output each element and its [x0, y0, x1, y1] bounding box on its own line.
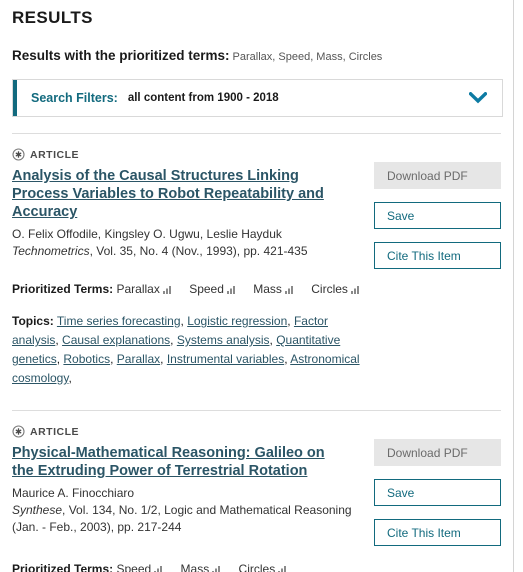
result-authors: Maurice A. Finocchiaro [12, 486, 135, 500]
prioritized-term-label: Speed [116, 562, 152, 572]
topic-link[interactable]: Robotics [63, 352, 110, 366]
prioritized-terms-label: Prioritized Terms: [12, 562, 114, 572]
term-bar-chart-icon[interactable] [284, 285, 294, 294]
prioritized-terms-label: Prioritized Terms: [12, 282, 114, 296]
content-type-row: ARTICLE [12, 148, 376, 161]
save-button[interactable]: Save [374, 202, 501, 229]
term-bar-chart-icon[interactable] [278, 565, 287, 572]
topic-link[interactable]: Systems analysis [177, 333, 270, 347]
result-item: ARTICLE Analysis of the Causal Structure… [12, 148, 501, 388]
download-pdf-button[interactable]: Download PDF [374, 162, 501, 189]
search-results-page: RESULTS Results with the prioritized ter… [0, 0, 523, 572]
result-title-link[interactable]: Physical-Mathematical Reasoning: Galileo… [12, 444, 342, 480]
result-journal-name: Technometrics [12, 244, 90, 258]
result-source-details: , Vol. 35, No. 4 (Nov., 1993), pp. 421-4… [89, 244, 308, 258]
prioritized-term-label: Mass [180, 562, 210, 572]
prioritized-terms-summary: Results with the prioritized terms: Paral… [12, 48, 503, 65]
content-type-row: ARTICLE [12, 425, 376, 438]
prioritized-term-chip[interactable]: Circles [311, 280, 360, 298]
prioritized-terms-row: Prioritized Terms: Speed Mass Circles [12, 560, 376, 572]
prioritized-terms-list-2: Speed Mass Circles [116, 562, 287, 572]
result-main-column: ARTICLE Analysis of the Causal Structure… [12, 148, 376, 388]
save-button[interactable]: Save [374, 479, 501, 506]
download-pdf-button[interactable]: Download PDF [374, 439, 501, 466]
page-right-border [513, 0, 514, 572]
article-icon [12, 148, 25, 161]
prioritized-term-label: Circles [311, 282, 348, 296]
divider-top [12, 133, 501, 134]
topics-label: Topics: [12, 314, 54, 328]
result-journal-name: Synthese [12, 503, 63, 517]
search-filters-bar[interactable]: Search Filters: all content from 1900 - … [12, 79, 503, 117]
search-filters-label: Search Filters: [31, 91, 118, 105]
cite-this-item-button[interactable]: Cite This Item [374, 242, 501, 269]
content-type-label: ARTICLE [30, 425, 79, 438]
prioritized-term-chip[interactable]: Circles [239, 560, 288, 572]
topics-row: Topics: Time series forecasting, Logisti… [12, 312, 376, 388]
topic-link[interactable]: Time series forecasting [57, 314, 181, 328]
prioritized-term-chip[interactable]: Speed [189, 280, 236, 298]
content-type-label: ARTICLE [30, 148, 79, 161]
result-source-line2: (Jan. - Feb., 2003), pp. 217-244 [12, 520, 182, 534]
prioritized-term-chip[interactable]: Speed [116, 560, 163, 572]
term-bar-chart-icon[interactable] [154, 565, 163, 572]
topic-link[interactable]: Instrumental variables [167, 352, 284, 366]
chevron-down-icon[interactable] [468, 88, 488, 108]
term-bar-chart-icon[interactable] [226, 285, 236, 294]
prioritized-terms-list-1: Parallax Speed Mass Circles [116, 282, 359, 296]
page-title: RESULTS [12, 8, 93, 27]
result-authors: O. Felix Offodile, Kingsley O. Ugwu, Les… [12, 227, 282, 241]
search-filters-accent-bar [13, 80, 17, 116]
term-bar-chart-icon[interactable] [350, 285, 360, 294]
result-actions: Download PDF Save Cite This Item [374, 439, 501, 559]
topic-link[interactable]: Parallax [117, 352, 160, 366]
prioritized-term-label: Circles [238, 562, 276, 572]
result-item: ARTICLE Physical-Mathematical Reasoning:… [12, 425, 501, 572]
result-source: Synthese, Vol. 134, No. 1/2, Logic and M… [12, 502, 376, 519]
topic-link[interactable]: Logistic regression [187, 314, 287, 328]
prioritized-terms-row: Prioritized Terms: Parallax Speed Mass C… [12, 280, 376, 298]
cite-this-item-button[interactable]: Cite This Item [374, 519, 501, 546]
result-actions: Download PDF Save Cite This Item [374, 162, 501, 282]
prioritized-term-chip[interactable]: Mass [253, 280, 294, 298]
result-main-column: ARTICLE Physical-Mathematical Reasoning:… [12, 425, 376, 572]
result-source-details: , Vol. 134, No. 1/2, Logic and Mathemati… [62, 503, 352, 517]
prioritized-term-chip[interactable]: Parallax [116, 280, 171, 298]
prioritized-term-label: Mass [253, 282, 282, 296]
divider-between-results [12, 410, 501, 411]
prioritized-term-label: Parallax [116, 282, 160, 296]
search-filters-value: all content from 1900 - 2018 [127, 92, 279, 104]
results-content: RESULTS Results with the prioritized ter… [0, 0, 513, 572]
topic-link[interactable]: Causal explanations [62, 333, 170, 347]
prioritized-terms-summary-label: Results with the prioritized terms: [12, 48, 230, 63]
result-source: Technometrics, Vol. 35, No. 4 (Nov., 199… [12, 243, 376, 260]
prioritized-term-chip[interactable]: Mass [181, 560, 222, 572]
topics-list-1: Time series forecasting, Logistic regres… [12, 314, 360, 385]
term-bar-chart-icon[interactable] [212, 565, 221, 572]
term-bar-chart-icon[interactable] [162, 285, 172, 294]
result-title-link[interactable]: Analysis of the Causal Structures Linkin… [12, 167, 342, 221]
prioritized-term-label: Speed [189, 282, 224, 296]
article-icon [12, 425, 25, 438]
prioritized-terms-summary-values: Parallax, Speed, Mass, Circles [232, 51, 383, 63]
